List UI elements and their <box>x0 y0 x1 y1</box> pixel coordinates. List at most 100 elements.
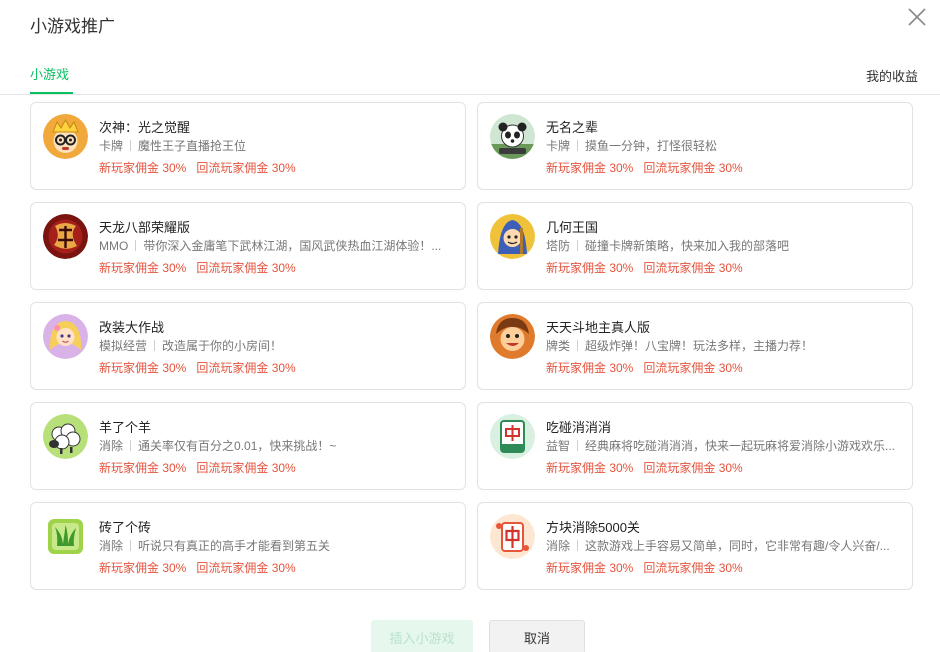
return-player-commission: 回流玩家佣金 30% <box>643 361 743 375</box>
divider <box>154 340 156 351</box>
game-category: 消除 <box>99 439 124 453</box>
game-card[interactable]: 吃碰消消消 益智 经典麻将吃碰消消消，快来一起玩麻将爱消除小游戏欢乐... 新玩家… <box>477 402 913 490</box>
new-player-commission: 新玩家佣金 30% <box>546 461 634 475</box>
game-name: 几何王国 <box>546 220 599 235</box>
dialog-title: 小游戏推广 <box>30 17 115 36</box>
return-player-commission: 回流玩家佣金 30% <box>643 461 743 475</box>
commission-info: 新玩家佣金 30% 回流玩家佣金 30% <box>99 559 296 576</box>
my-earnings-link[interactable]: 我的收益 <box>866 66 918 85</box>
game-name: 次神：光之觉醒 <box>99 120 191 135</box>
commission-info: 新玩家佣金 30% 回流玩家佣金 30% <box>546 359 743 376</box>
game-category: 消除 <box>99 539 124 553</box>
sheep-icon <box>43 414 88 459</box>
cartoon-boy-icon <box>490 314 535 359</box>
game-name: 羊了个羊 <box>99 420 152 435</box>
game-card[interactable]: 天龙八部荣耀版 MMO 带你深入金庸笔下武林江湖，国风武侠热血江湖体验！... 新… <box>30 202 466 290</box>
return-player-commission: 回流玩家佣金 30% <box>196 461 296 475</box>
return-player-commission: 回流玩家佣金 30% <box>196 561 296 575</box>
tab-active-indicator <box>30 92 73 94</box>
divider <box>577 540 579 551</box>
game-description: MMO 带你深入金庸笔下武林江湖，国风武侠热血江湖体验！... <box>99 237 451 254</box>
commission-info: 新玩家佣金 30% 回流玩家佣金 30% <box>99 459 296 476</box>
new-player-commission: 新玩家佣金 30% <box>546 261 634 275</box>
game-card[interactable]: 改装大作战 模拟经营 改造属于你的小房间！ 新玩家佣金 30% 回流玩家佣金 30% <box>30 302 466 390</box>
new-player-commission: 新玩家佣金 30% <box>546 561 634 575</box>
game-description: 卡牌 摸鱼一分钟，打怪很轻松 <box>546 137 898 154</box>
game-desc-text: 超级炸弹！八宝牌！玩法多样，主播力荐！ <box>585 339 814 353</box>
game-category: 益智 <box>546 439 571 453</box>
game-category: 消除 <box>546 539 571 553</box>
game-category: 塔防 <box>546 239 571 253</box>
return-player-commission: 回流玩家佣金 30% <box>643 561 743 575</box>
game-list: 次神：光之觉醒 卡牌 魔性王子直播抢王位 新玩家佣金 30% 回流玩家佣金 30% … <box>30 102 914 590</box>
commission-info: 新玩家佣金 30% 回流玩家佣金 30% <box>546 459 743 476</box>
game-desc-text: 魔性王子直播抢王位 <box>138 139 247 153</box>
return-player-commission: 回流玩家佣金 30% <box>643 161 743 175</box>
insert-mini-game-button[interactable]: 插入小游戏 <box>371 620 473 652</box>
hooded-knight-icon <box>490 214 535 259</box>
game-category: MMO <box>99 239 129 253</box>
commission-info: 新玩家佣金 30% 回流玩家佣金 30% <box>546 159 743 176</box>
divider <box>135 240 137 251</box>
grass-tile-icon <box>43 514 88 559</box>
divider <box>577 140 579 151</box>
new-player-commission: 新玩家佣金 30% <box>546 361 634 375</box>
new-player-commission: 新玩家佣金 30% <box>546 161 634 175</box>
new-player-commission: 新玩家佣金 30% <box>99 261 187 275</box>
game-description: 塔防 碰撞卡牌新策略，快来加入我的部落吧 <box>546 237 898 254</box>
game-category: 卡牌 <box>99 139 124 153</box>
return-player-commission: 回流玩家佣金 30% <box>196 361 296 375</box>
game-card[interactable]: 天天斗地主真人版 牌类 超级炸弹！八宝牌！玩法多样，主播力荐！ 新玩家佣金 30%… <box>477 302 913 390</box>
zhong-tile-icon <box>490 514 535 559</box>
game-card[interactable]: 无名之辈 卡牌 摸鱼一分钟，打怪很轻松 新玩家佣金 30% 回流玩家佣金 30% <box>477 102 913 190</box>
dragon-calligraphy-icon <box>43 214 88 259</box>
game-card[interactable]: 砖了个砖 消除 听说只有真正的高手才能看到第五关 新玩家佣金 30% 回流玩家佣金 … <box>30 502 466 590</box>
game-desc-text: 通关率仅有百分之0.01，快来挑战！~ <box>138 439 337 453</box>
game-name: 天龙八部荣耀版 <box>99 220 191 235</box>
cancel-button[interactable]: 取消 <box>489 620 585 652</box>
game-description: 消除 听说只有真正的高手才能看到第五关 <box>99 537 451 554</box>
game-desc-text: 带你深入金庸笔下武林江湖，国风武侠热血江湖体验！... <box>143 239 442 253</box>
game-description: 模拟经营 改造属于你的小房间！ <box>99 337 451 354</box>
commission-info: 新玩家佣金 30% 回流玩家佣金 30% <box>546 559 743 576</box>
blonde-girl-icon <box>43 314 88 359</box>
commission-info: 新玩家佣金 30% 回流玩家佣金 30% <box>546 259 743 276</box>
divider <box>130 540 132 551</box>
divider <box>577 340 579 351</box>
game-name: 天天斗地主真人版 <box>546 320 651 335</box>
game-description: 牌类 超级炸弹！八宝牌！玩法多样，主播力荐！ <box>546 337 898 354</box>
game-card[interactable]: 几何王国 塔防 碰撞卡牌新策略，快来加入我的部落吧 新玩家佣金 30% 回流玩家佣金… <box>477 202 913 290</box>
divider <box>130 140 132 151</box>
commission-info: 新玩家佣金 30% 回流玩家佣金 30% <box>99 259 296 276</box>
close-icon <box>908 8 926 26</box>
game-name: 吃碰消消消 <box>546 420 612 435</box>
panda-warrior-icon <box>490 114 535 159</box>
game-description: 卡牌 魔性王子直播抢王位 <box>99 137 451 154</box>
game-name: 改装大作战 <box>99 320 165 335</box>
game-name: 砖了个砖 <box>99 520 152 535</box>
game-name: 方块消除5000关 <box>546 520 640 535</box>
game-card[interactable]: 羊了个羊 消除 通关率仅有百分之0.01，快来挑战！~ 新玩家佣金 30% 回流玩家… <box>30 402 466 490</box>
game-category: 卡牌 <box>546 139 571 153</box>
new-player-commission: 新玩家佣金 30% <box>99 161 187 175</box>
tab-mini-games[interactable]: 小游戏 <box>30 64 69 83</box>
mahjong-tile-icon <box>490 414 535 459</box>
new-player-commission: 新玩家佣金 30% <box>99 461 187 475</box>
game-category: 模拟经营 <box>99 339 148 353</box>
commission-info: 新玩家佣金 30% 回流玩家佣金 30% <box>99 159 296 176</box>
commission-info: 新玩家佣金 30% 回流玩家佣金 30% <box>99 359 296 376</box>
game-description: 消除 通关率仅有百分之0.01，快来挑战！~ <box>99 437 451 454</box>
game-desc-text: 摸鱼一分钟，打怪很轻松 <box>585 139 718 153</box>
crowned-character-icon <box>43 114 88 159</box>
divider <box>130 440 132 451</box>
return-player-commission: 回流玩家佣金 30% <box>643 261 743 275</box>
game-desc-text: 这款游戏上手容易又简单，同时，它非常有趣/令人兴奋/... <box>585 539 890 553</box>
return-player-commission: 回流玩家佣金 30% <box>196 161 296 175</box>
game-card[interactable]: 次神：光之觉醒 卡牌 魔性王子直播抢王位 新玩家佣金 30% 回流玩家佣金 30% <box>30 102 466 190</box>
game-desc-text: 碰撞卡牌新策略，快来加入我的部落吧 <box>585 239 790 253</box>
game-card[interactable]: 方块消除5000关 消除 这款游戏上手容易又简单，同时，它非常有趣/令人兴奋/..… <box>477 502 913 590</box>
game-description: 消除 这款游戏上手容易又简单，同时，它非常有趣/令人兴奋/... <box>546 537 898 554</box>
game-desc-text: 听说只有真正的高手才能看到第五关 <box>138 539 331 553</box>
close-button[interactable] <box>906 6 928 28</box>
new-player-commission: 新玩家佣金 30% <box>99 561 187 575</box>
